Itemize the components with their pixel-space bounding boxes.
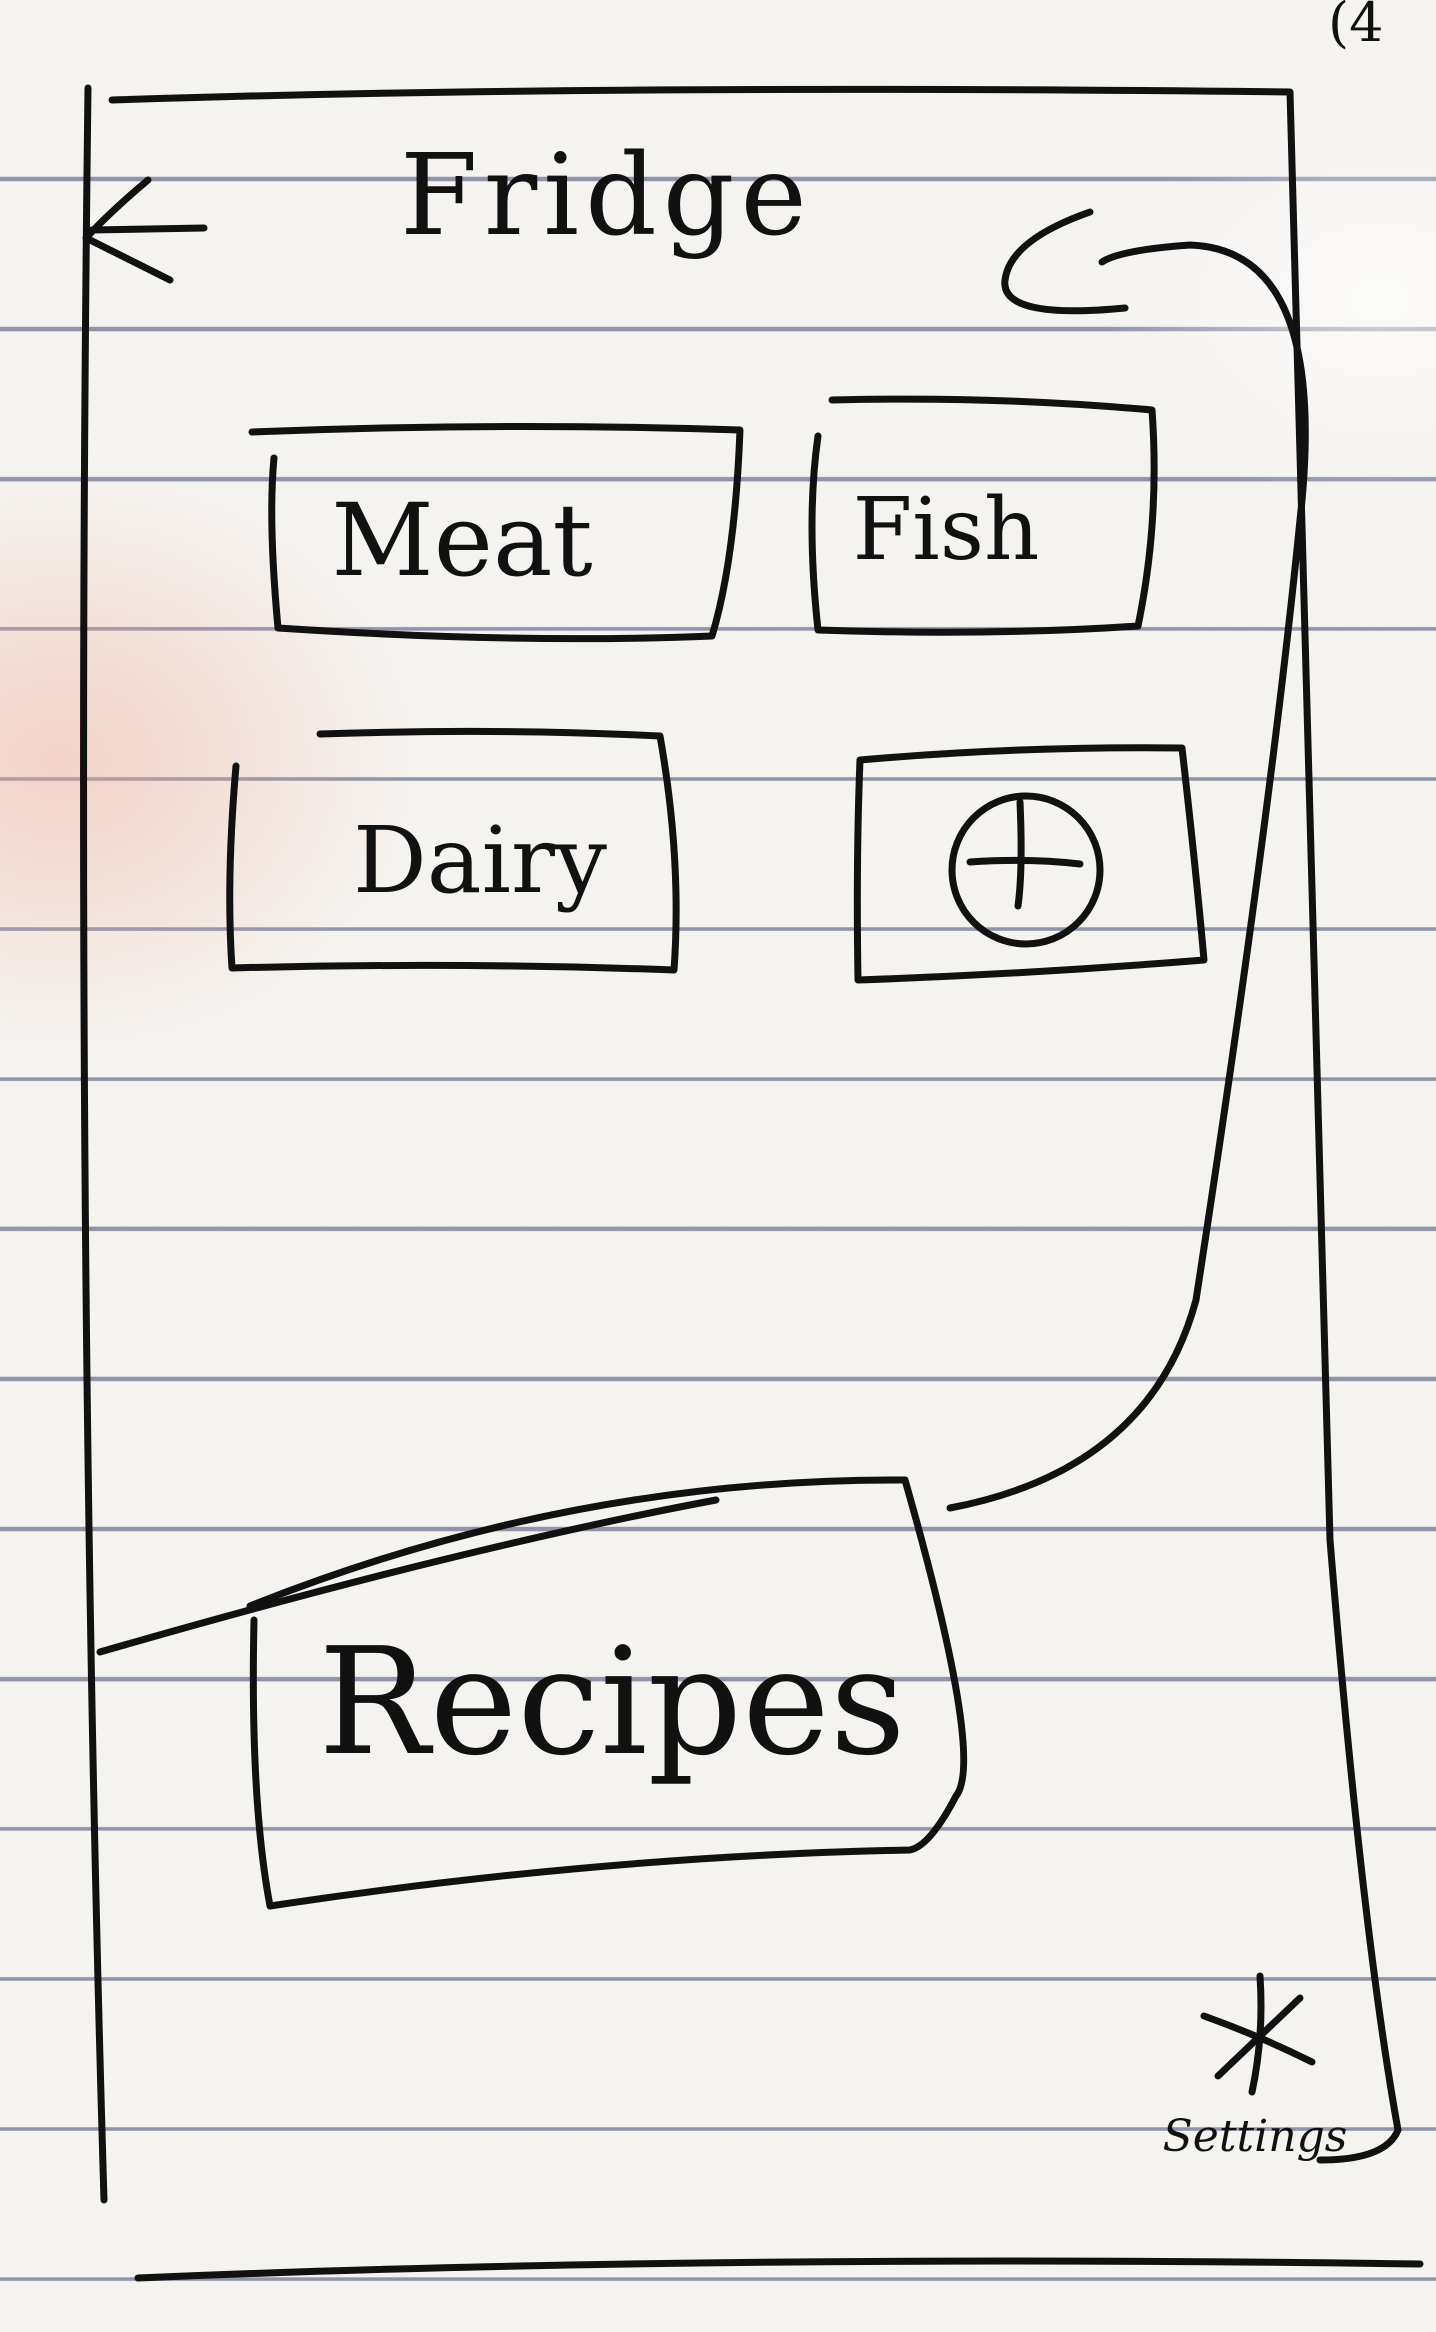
- asterisk-icon: [1200, 1972, 1316, 2096]
- left-arrow-icon: [82, 176, 208, 284]
- add-category-button[interactable]: [858, 750, 1204, 980]
- settings-label: Settings: [1162, 2110, 1348, 2162]
- phone-frame-bottom-edge: [134, 2257, 1424, 2282]
- back-button[interactable]: [70, 160, 220, 290]
- category-tile-fish[interactable]: Fish: [816, 400, 1156, 632]
- category-label: Meat: [331, 481, 593, 599]
- phone-frame-left-edge: [80, 84, 108, 2204]
- category-tile-dairy[interactable]: Dairy: [230, 730, 676, 970]
- sketch-paper: (4 Fridge Meat Fish Dairy Recipes Settin…: [0, 0, 1436, 2332]
- settings-button[interactable]: Settings: [1160, 1966, 1350, 2196]
- category-tile-meat[interactable]: Meat: [272, 430, 738, 636]
- category-label: Fish: [852, 480, 1040, 580]
- recipes-button[interactable]: Recipes: [252, 1482, 952, 1902]
- corner-note: (4: [1328, 0, 1384, 54]
- category-label: Dairy: [353, 806, 607, 914]
- page-title: Fridge: [400, 131, 813, 261]
- plus-circle-icon: [948, 792, 1104, 948]
- recipes-button-label: Recipes: [318, 1616, 906, 1788]
